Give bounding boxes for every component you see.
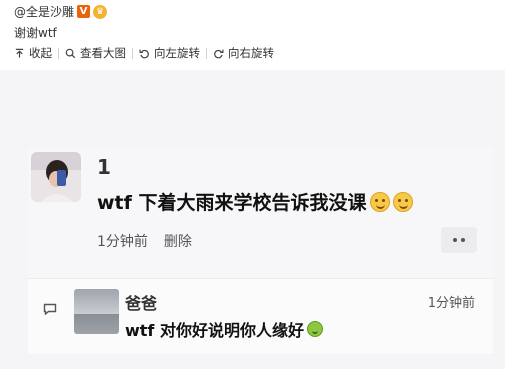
view-large-image-label: 查看大图: [80, 46, 126, 60]
post-header: @全是沙雕 V ♛ 谢谢wtf 收起 查看大图 向左旋转 向右旋转: [0, 0, 505, 70]
reply-item: 爸爸 1分钟前 wtf 对你好说明你人缘好: [28, 278, 493, 353]
collapse-label: 收起: [29, 46, 52, 60]
commenter-name[interactable]: 1: [97, 155, 111, 179]
more-dot: [461, 238, 465, 242]
comment-message: wtf 下着大雨来学校告诉我没课: [97, 192, 367, 214]
comment-card: 1 wtf 下着大雨来学校告诉我没课 1分钟前 删除 爸爸 1分钟前 wtf 对…: [28, 148, 493, 354]
comment-time: 1分钟前: [97, 234, 148, 250]
rotate-left-icon: [139, 49, 149, 58]
laugh-emoji-icon: [306, 321, 323, 337]
delete-button[interactable]: 删除: [164, 231, 192, 251]
reply-message: wtf 对你好说明你人缘好: [125, 321, 304, 340]
reply-text: wtf 对你好说明你人缘好: [125, 317, 323, 341]
more-dot: [453, 238, 457, 242]
rotate-right-button[interactable]: 向右旋转: [207, 45, 280, 61]
comment-meta: 1分钟前 删除: [97, 231, 192, 251]
replier-avatar[interactable]: [74, 289, 119, 334]
rotate-left-label: 向左旋转: [154, 46, 200, 60]
rotate-left-button[interactable]: 向左旋转: [133, 45, 206, 61]
replier-name[interactable]: 爸爸: [125, 290, 157, 314]
rotate-right-label: 向右旋转: [228, 46, 274, 60]
commenter-avatar-image: [31, 152, 81, 202]
commenter-avatar[interactable]: [31, 152, 81, 202]
more-icon[interactable]: [441, 227, 477, 253]
post-image[interactable]: 1 wtf 下着大雨来学校告诉我没课 1分钟前 删除 爸爸 1分钟前 wtf 对…: [0, 70, 505, 369]
search-icon: [65, 48, 76, 58]
post-caption: 谢谢wtf: [14, 26, 57, 40]
reply-icon: [43, 303, 57, 315]
collapse-icon: [15, 48, 24, 58]
post-author[interactable]: @全是沙雕 V ♛: [14, 3, 108, 20]
view-large-image-button[interactable]: 查看大图: [59, 45, 132, 61]
smile-emoji-icon: [392, 191, 413, 212]
reply-time: 1分钟前: [427, 296, 475, 311]
rotate-right-icon: [214, 49, 224, 58]
collapse-button[interactable]: 收起: [12, 45, 58, 61]
image-toolbar: 收起 查看大图 向左旋转 向右旋转: [12, 45, 280, 61]
crown-badge-icon: ♛: [93, 4, 108, 19]
author-name[interactable]: @全是沙雕: [14, 3, 74, 20]
verified-v-icon: V: [77, 5, 91, 18]
comment-text: wtf 下着大雨来学校告诉我没课: [97, 188, 413, 215]
smile-emoji-icon: [369, 191, 390, 212]
